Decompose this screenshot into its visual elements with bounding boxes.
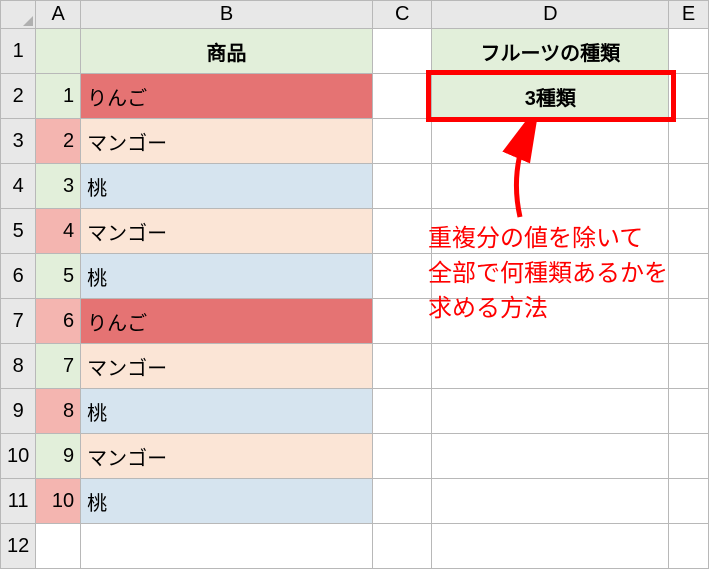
- row-header-3[interactable]: 3: [1, 119, 36, 164]
- cell-E3[interactable]: [669, 119, 709, 164]
- cell-B10[interactable]: マンゴー: [81, 434, 373, 479]
- cell-C10[interactable]: [372, 434, 431, 479]
- annotation-line2: 全部で何種類あるかを: [428, 257, 668, 292]
- cell-A9[interactable]: 8: [36, 389, 81, 434]
- cell-C11[interactable]: [372, 479, 431, 524]
- cell-E5[interactable]: [669, 209, 709, 254]
- cell-D1[interactable]: フルーツの種類: [432, 29, 669, 74]
- row-header-5[interactable]: 5: [1, 209, 36, 254]
- cell-A8[interactable]: 7: [36, 344, 81, 389]
- cell-A7[interactable]: 6: [36, 299, 81, 344]
- cell-D12[interactable]: [432, 524, 669, 569]
- row-header-2[interactable]: 2: [1, 74, 36, 119]
- col-header-A[interactable]: A: [36, 1, 81, 29]
- select-all-corner[interactable]: [1, 1, 36, 29]
- cell-C6[interactable]: [372, 254, 431, 299]
- col-header-B[interactable]: B: [81, 1, 373, 29]
- row-header-4[interactable]: 4: [1, 164, 36, 209]
- cell-A6[interactable]: 5: [36, 254, 81, 299]
- row-header-9[interactable]: 9: [1, 389, 36, 434]
- cell-C2[interactable]: [372, 74, 431, 119]
- cell-E2[interactable]: [669, 74, 709, 119]
- cell-A3[interactable]: 2: [36, 119, 81, 164]
- cell-C5[interactable]: [372, 209, 431, 254]
- cell-D8[interactable]: [432, 344, 669, 389]
- cell-B9[interactable]: 桃: [81, 389, 373, 434]
- cell-B12[interactable]: [81, 524, 373, 569]
- cell-C8[interactable]: [372, 344, 431, 389]
- cell-E1[interactable]: [669, 29, 709, 74]
- row-header-7[interactable]: 7: [1, 299, 36, 344]
- cell-E11[interactable]: [669, 479, 709, 524]
- cell-A11[interactable]: 10: [36, 479, 81, 524]
- cell-B2[interactable]: りんご: [81, 74, 373, 119]
- cell-B5[interactable]: マンゴー: [81, 209, 373, 254]
- col-header-C[interactable]: C: [372, 1, 431, 29]
- cell-A5[interactable]: 4: [36, 209, 81, 254]
- cell-D3[interactable]: [432, 119, 669, 164]
- annotation-line1: 重複分の値を除いて: [428, 222, 668, 257]
- cell-C4[interactable]: [372, 164, 431, 209]
- cell-E8[interactable]: [669, 344, 709, 389]
- cell-C3[interactable]: [372, 119, 431, 164]
- cell-E4[interactable]: [669, 164, 709, 209]
- cell-E9[interactable]: [669, 389, 709, 434]
- cell-C12[interactable]: [372, 524, 431, 569]
- cell-B7[interactable]: りんご: [81, 299, 373, 344]
- cell-C9[interactable]: [372, 389, 431, 434]
- column-header-row: A B C D E: [1, 1, 709, 29]
- row-header-11[interactable]: 11: [1, 479, 36, 524]
- cell-E10[interactable]: [669, 434, 709, 479]
- cell-A12[interactable]: [36, 524, 81, 569]
- cell-C7[interactable]: [372, 299, 431, 344]
- cell-A4[interactable]: 3: [36, 164, 81, 209]
- cell-B3[interactable]: マンゴー: [81, 119, 373, 164]
- cell-B4[interactable]: 桃: [81, 164, 373, 209]
- row-header-10[interactable]: 10: [1, 434, 36, 479]
- cell-A2[interactable]: 1: [36, 74, 81, 119]
- row-header-8[interactable]: 8: [1, 344, 36, 389]
- row-header-12[interactable]: 12: [1, 524, 36, 569]
- cell-D4[interactable]: [432, 164, 669, 209]
- cell-B11[interactable]: 桃: [81, 479, 373, 524]
- col-header-D[interactable]: D: [432, 1, 669, 29]
- cell-D10[interactable]: [432, 434, 669, 479]
- cell-B1[interactable]: 商品: [81, 29, 373, 74]
- annotation-text: 重複分の値を除いて 全部で何種類あるかを 求める方法: [428, 222, 668, 326]
- cell-D2-result[interactable]: 3種類: [432, 74, 669, 119]
- cell-D9[interactable]: [432, 389, 669, 434]
- cell-D11[interactable]: [432, 479, 669, 524]
- cell-E7[interactable]: [669, 299, 709, 344]
- cell-A10[interactable]: 9: [36, 434, 81, 479]
- row-header-1[interactable]: 1: [1, 29, 36, 74]
- cell-E6[interactable]: [669, 254, 709, 299]
- cell-B8[interactable]: マンゴー: [81, 344, 373, 389]
- annotation-line3: 求める方法: [428, 292, 668, 327]
- cell-C1[interactable]: [372, 29, 431, 74]
- col-header-E[interactable]: E: [669, 1, 709, 29]
- row-header-6[interactable]: 6: [1, 254, 36, 299]
- cell-A1[interactable]: [36, 29, 81, 74]
- cell-E12[interactable]: [669, 524, 709, 569]
- cell-B6[interactable]: 桃: [81, 254, 373, 299]
